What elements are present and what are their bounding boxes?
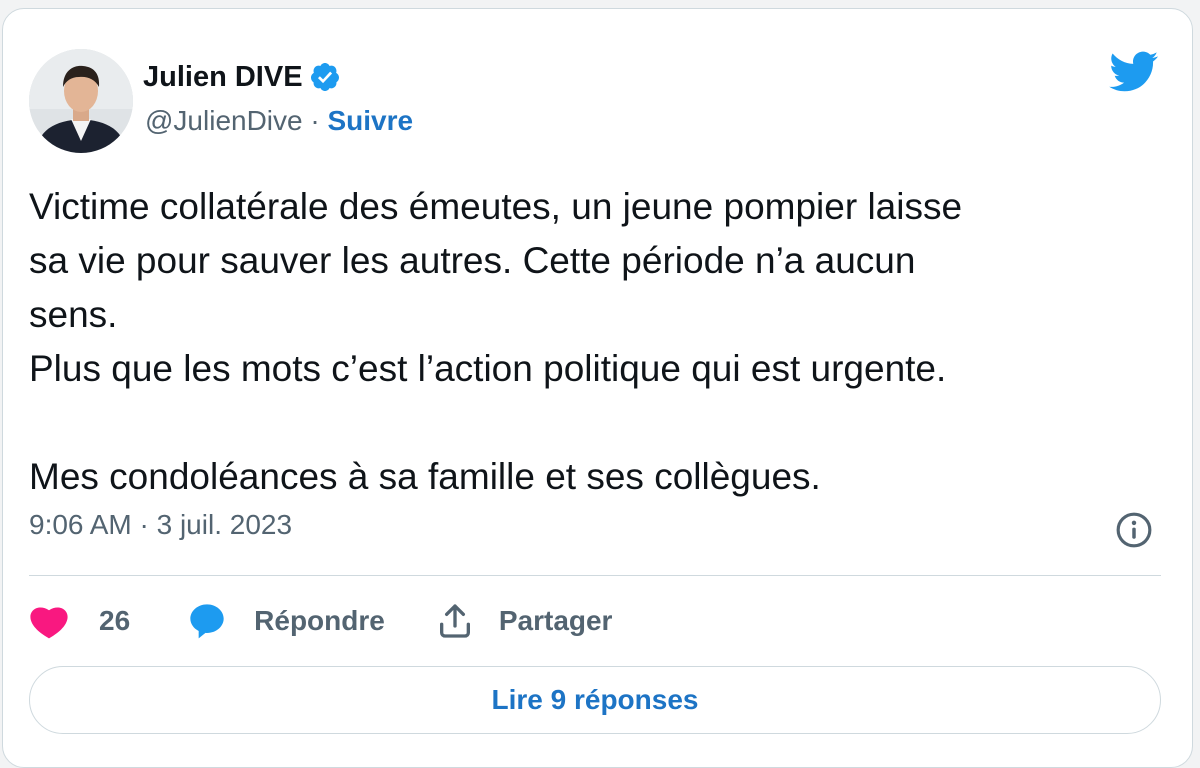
like-button[interactable]: 26 — [29, 603, 130, 639]
tweet-card: Julien DIVE @JulienDive · Suivre Victime… — [2, 8, 1193, 768]
share-label: Partager — [498, 605, 613, 636]
read-replies-label: Lire 9 réponses — [491, 684, 699, 715]
verified-badge-icon — [310, 63, 339, 91]
speech-bubble-icon — [190, 604, 224, 639]
author-handle-row: @JulienDive · Suivre — [145, 105, 413, 137]
share-upload-icon — [439, 604, 470, 638]
reply-label: Répondre — [254, 605, 385, 636]
author-handle[interactable]: @JulienDive — [145, 105, 303, 136]
avatar[interactable] — [29, 49, 133, 153]
author-name-row: Julien DIVE — [143, 57, 341, 97]
tweet-text: Victime collatérale des émeutes, un jeun… — [29, 186, 963, 497]
author-name[interactable]: Julien DIVE — [143, 61, 303, 94]
like-count: 26 — [99, 605, 131, 636]
action-bar: 26 Répondre Partager — [29, 593, 612, 649]
info-icon[interactable] — [1115, 511, 1153, 549]
divider — [29, 575, 1161, 576]
reply-button[interactable]: Répondre — [186, 601, 385, 641]
heart-icon — [30, 607, 68, 639]
share-button[interactable]: Partager — [435, 601, 613, 641]
follow-button[interactable]: Suivre — [328, 105, 414, 136]
read-replies-button[interactable]: Lire 9 réponses — [29, 666, 1161, 734]
twitter-bird-icon[interactable] — [1107, 50, 1159, 93]
tweet-timestamp[interactable]: 9:06 AM · 3 juil. 2023 — [29, 509, 292, 541]
handle-separator: · — [302, 105, 328, 136]
